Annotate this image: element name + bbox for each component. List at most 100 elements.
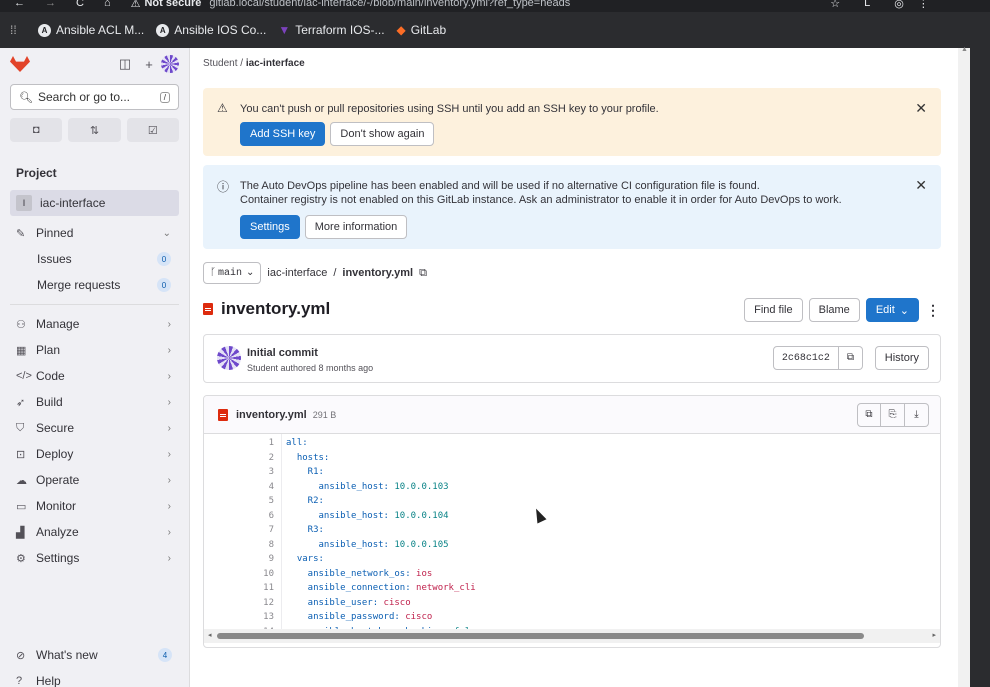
find-file-button[interactable]: Find file	[744, 298, 803, 322]
apps-grid-icon[interactable]: ⁞⁞	[10, 23, 38, 37]
sidebar-item-deploy[interactable]: ⊡ Deploy ›	[0, 441, 189, 467]
copy-contents-icon[interactable]: ⧉	[857, 402, 881, 427]
issues-shortcut-icon[interactable]: ◘	[10, 118, 63, 142]
raw-file-icon[interactable]: ⎘	[881, 402, 905, 427]
lens-icon[interactable]: L	[864, 0, 870, 9]
search-input[interactable]: 🔍︎ Search or go to... /	[10, 84, 179, 110]
project-link[interactable]: I iac-interface	[10, 190, 179, 216]
dont-show-again-button[interactable]: Don't show again	[330, 122, 435, 146]
terraform-icon: ▼	[278, 23, 291, 37]
account-icon[interactable]: ◎	[894, 0, 904, 10]
sidebar-item-plan[interactable]: ▦ Plan ›	[0, 337, 189, 363]
sidebar-item-build[interactable]: ➶ Build ›	[0, 389, 189, 415]
search-icon: 🔍︎	[19, 91, 33, 104]
sidebar-toggle-icon[interactable]: ◫	[113, 56, 137, 72]
rocket-icon: ➶	[16, 396, 26, 409]
sidebar-item-manage[interactable]: ⚇ Manage ›	[0, 311, 189, 337]
sidebar-item-whats-new[interactable]: ⊘ What's new 4	[0, 642, 190, 668]
sidebar-item-pinned[interactable]: ✎ Pinned ⌄	[0, 220, 189, 246]
sidebar-item-merge-requests[interactable]: Merge requests 0	[0, 272, 189, 298]
forward-icon[interactable]: →	[45, 0, 56, 9]
horizontal-scrollbar[interactable]: ◂ ▸	[204, 629, 940, 643]
commit-sha[interactable]: 2c68c1c2	[772, 346, 839, 370]
line-number[interactable]: 12	[204, 596, 274, 611]
create-new-icon[interactable]: +	[137, 57, 161, 72]
breadcrumb-current[interactable]: iac-interface	[246, 58, 305, 69]
line-number[interactable]: 6	[204, 509, 274, 524]
more-information-button[interactable]: More information	[304, 215, 408, 239]
path-repo[interactable]: iac-interface	[267, 267, 327, 279]
scroll-left-icon[interactable]: ◂	[208, 631, 212, 639]
yaml-value: 10.0.0.103	[394, 481, 449, 492]
bookmark-terraform[interactable]: ▼ Terraform IOS-...	[278, 23, 384, 37]
line-number[interactable]: 9	[204, 552, 274, 567]
code-icon: </>	[16, 370, 32, 382]
back-icon[interactable]: ←	[14, 0, 25, 9]
scroll-up-icon[interactable]: ▲	[961, 46, 968, 53]
line-number[interactable]: 1	[204, 436, 274, 451]
address-bar[interactable]: gitlab.local/student/iac-interface/-/blo…	[209, 0, 570, 9]
sidebar-item-code[interactable]: </> Code ›	[0, 363, 189, 389]
download-icon[interactable]: ⤓	[905, 402, 929, 427]
copy-path-icon[interactable]: ⧉	[419, 267, 427, 280]
yaml-key: R2:	[286, 496, 324, 506]
edit-button[interactable]: Edit ⌄	[865, 298, 919, 322]
yaml-key: ansible_host:	[286, 510, 395, 521]
close-icon[interactable]: ✕	[915, 177, 927, 194]
user-avatar[interactable]	[161, 55, 179, 73]
reload-icon[interactable]: C	[76, 0, 84, 9]
line-number[interactable]: 3	[204, 465, 274, 480]
sidebar-item-settings[interactable]: ⚙ Settings ›	[0, 545, 189, 571]
page-scrollbar[interactable]	[958, 48, 970, 687]
gitlab-logo-icon[interactable]	[10, 56, 30, 72]
chevron-right-icon: ›	[167, 448, 171, 460]
sidebar-item-monitor[interactable]: ▭ Monitor ›	[0, 493, 189, 519]
breadcrumb-parent[interactable]: Student	[203, 58, 237, 69]
sidebar-item-secure[interactable]: ⛉ Secure ›	[0, 415, 189, 441]
menu-icon[interactable]: ⋮	[918, 0, 929, 10]
line-number[interactable]: 7	[204, 523, 274, 538]
blame-button[interactable]: Blame	[808, 298, 860, 322]
project-name: iac-interface	[40, 196, 106, 210]
close-icon[interactable]: ✕	[915, 100, 927, 117]
sidebar: ◫ + 🔍︎ Search or go to... / ◘ ⇅ ☑ Projec…	[0, 48, 190, 687]
yaml-value: ios	[416, 568, 433, 579]
bookmark-ansible-acl[interactable]: A Ansible ACL M...	[38, 23, 144, 37]
line-number[interactable]: 2	[204, 451, 274, 466]
copy-sha-icon[interactable]: ⧉	[838, 346, 863, 370]
code-line: ansible_user: cisco	[286, 596, 411, 611]
branch-selector[interactable]: ᚴ main ⌄	[203, 262, 262, 284]
bookmark-ansible-ios[interactable]: A Ansible IOS Co...	[156, 23, 266, 37]
line-number[interactable]: 8	[204, 538, 274, 553]
add-ssh-key-button[interactable]: Add SSH key	[240, 122, 326, 146]
more-actions-icon[interactable]: ⋮	[925, 302, 941, 319]
yaml-key: ansible_connection:	[286, 583, 417, 593]
yaml-value: cisco	[383, 597, 411, 608]
history-button[interactable]: History	[874, 346, 929, 370]
sidebar-item-operate[interactable]: ☁ Operate ›	[0, 467, 189, 493]
scroll-right-icon[interactable]: ▸	[932, 631, 936, 639]
line-number[interactable]: 4	[204, 480, 274, 495]
commit-message[interactable]: Initial commit	[247, 347, 318, 359]
line-number[interactable]: 10	[204, 567, 274, 582]
code-view: 1 all: 2 hosts: 3 R1: 4 ansible_host: 10.0.0…	[204, 434, 940, 638]
line-number[interactable]: 5	[204, 494, 274, 509]
sidebar-item-issues[interactable]: Issues 0	[0, 246, 189, 272]
scrollbar-thumb[interactable]	[217, 633, 864, 639]
yaml-value: network_cli	[416, 583, 476, 593]
bookmark-gitlab[interactable]: ◆ GitLab	[397, 23, 447, 37]
settings-button[interactable]: Settings	[240, 215, 300, 239]
merge-requests-shortcut-icon[interactable]: ⇅	[68, 118, 121, 142]
yaml-key: R1:	[286, 467, 324, 477]
shield-icon: ⛉	[16, 421, 25, 434]
home-icon[interactable]: ⌂	[104, 0, 111, 9]
line-number[interactable]: 11	[204, 581, 274, 596]
warning-icon: ⚠	[217, 101, 228, 115]
sidebar-item-analyze[interactable]: ▟ Analyze ›	[0, 519, 189, 545]
chevron-right-icon: ›	[167, 344, 171, 356]
todo-shortcut-icon[interactable]: ☑	[126, 118, 179, 142]
star-icon[interactable]: ☆	[830, 0, 840, 10]
chevron-right-icon: ›	[167, 552, 171, 564]
line-number[interactable]: 13	[204, 610, 274, 625]
sidebar-item-help[interactable]: ? Help	[0, 668, 190, 687]
